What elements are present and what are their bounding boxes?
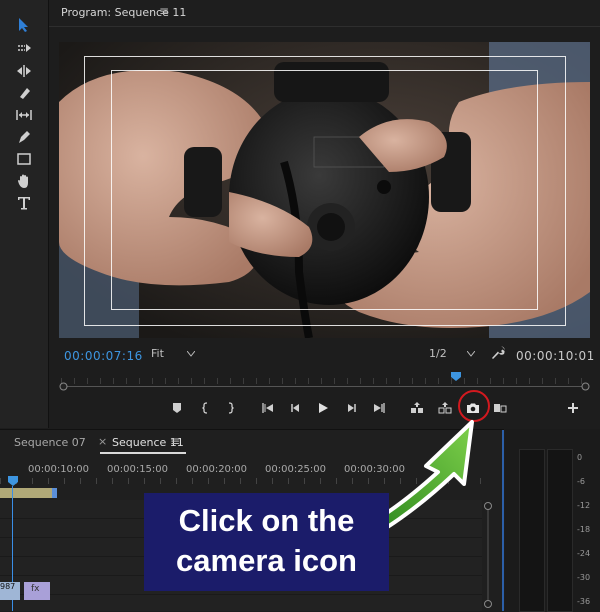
callout-line-2: camera icon (176, 543, 357, 578)
panel-menu-icon[interactable]: ≡ (159, 4, 169, 18)
playhead-timecode[interactable]: 00:00:07:16 (64, 349, 143, 363)
playback-resolution-select[interactable]: 1/2 (429, 347, 479, 363)
scrubber-start-handle[interactable] (59, 382, 68, 391)
audio-meter-right (547, 449, 573, 612)
mark-in-button[interactable] (195, 398, 215, 418)
playback-resolution-value: 1/2 (429, 347, 447, 360)
scrubber-bar[interactable] (59, 372, 590, 394)
play-icon (319, 403, 328, 413)
tab-sequence-07[interactable]: Sequence 07 (14, 436, 86, 449)
step-forward-icon (348, 404, 356, 412)
ripple-edit-tool-icon[interactable] (12, 60, 36, 82)
step-forward-button[interactable] (342, 398, 362, 418)
scrubber-ticks (61, 378, 589, 384)
panel-menu-icon[interactable]: ≡ (170, 434, 180, 448)
plus-icon (568, 403, 578, 413)
wrench-settings-icon[interactable] (490, 345, 506, 361)
work-area-end[interactable] (52, 488, 57, 498)
go-to-in-button[interactable] (258, 398, 278, 418)
ruler-label: 00:00:15:00 (107, 464, 169, 475)
step-back-button[interactable] (285, 398, 305, 418)
slip-tool-icon[interactable] (12, 104, 36, 126)
clip-label: 987 (0, 582, 16, 591)
add-button[interactable] (563, 398, 583, 418)
rectangle-tool-icon[interactable] (12, 148, 36, 170)
scrubber-track (61, 386, 589, 387)
razor-tool-icon[interactable] (12, 82, 36, 104)
zoom-level-select[interactable]: Fit (151, 347, 201, 363)
panel-focus-border (502, 430, 504, 611)
work-area-bar[interactable] (0, 488, 52, 498)
duration-timecode: 00:00:10:01 (516, 349, 595, 363)
program-monitor: Program: Sequence 11 ≡ 00:00:07:16 Fit 1… (49, 0, 600, 428)
type-tool-icon[interactable] (12, 192, 36, 214)
tools-panel (0, 0, 49, 428)
step-back-icon (291, 404, 299, 412)
audio-meters-panel: 0 -6 -12 -18 -24 -30 -36 (505, 429, 600, 612)
timeline-playhead-icon[interactable] (8, 476, 18, 486)
clip-effects-badge[interactable]: fx (24, 582, 50, 600)
mark-in-icon (202, 402, 208, 414)
chevron-down-icon (467, 351, 475, 357)
selection-tool-icon[interactable] (12, 14, 36, 36)
zoom-level-value: Fit (151, 347, 164, 360)
meter-label: 0 (577, 453, 583, 462)
video-preview[interactable] (59, 42, 590, 338)
clip-thumbnail[interactable]: 987 (0, 582, 20, 600)
playhead-icon[interactable] (451, 372, 461, 381)
go-to-in-icon (262, 403, 273, 413)
meter-label: -6 (577, 477, 585, 486)
pen-tool-icon[interactable] (12, 126, 36, 148)
mark-out-icon (228, 402, 234, 414)
meter-label: -36 (577, 597, 591, 606)
scrubber-end-handle[interactable] (581, 382, 590, 391)
meter-label: -30 (577, 573, 591, 582)
mark-out-button[interactable] (221, 398, 241, 418)
close-icon[interactable]: × (98, 435, 107, 448)
transport-controls (49, 398, 600, 420)
play-button[interactable] (313, 398, 333, 418)
marker-icon (173, 403, 181, 413)
add-marker-button[interactable] (167, 398, 187, 418)
active-tab-indicator (100, 452, 186, 454)
ruler-label: 00:00:20:00 (186, 464, 248, 475)
scrollbar-handle-bottom[interactable] (484, 600, 492, 608)
ruler-label: 00:00:25:00 (265, 464, 327, 475)
hand-tool-icon[interactable] (12, 170, 36, 192)
instruction-callout: Click on the camera icon (144, 493, 389, 591)
fx-badge: fx (31, 584, 40, 594)
ruler-label: 00:00:10:00 (28, 464, 90, 475)
track-select-tool-icon[interactable] (12, 38, 36, 60)
meter-label: -12 (577, 501, 591, 510)
program-header: Program: Sequence 11 ≡ (49, 0, 600, 27)
title-safe-guide (111, 70, 538, 310)
meter-label: -18 (577, 525, 591, 534)
chevron-down-icon (187, 351, 195, 357)
meter-label: -24 (577, 549, 591, 558)
callout-line-1: Click on the (178, 503, 355, 538)
audio-meter-left (519, 449, 545, 612)
